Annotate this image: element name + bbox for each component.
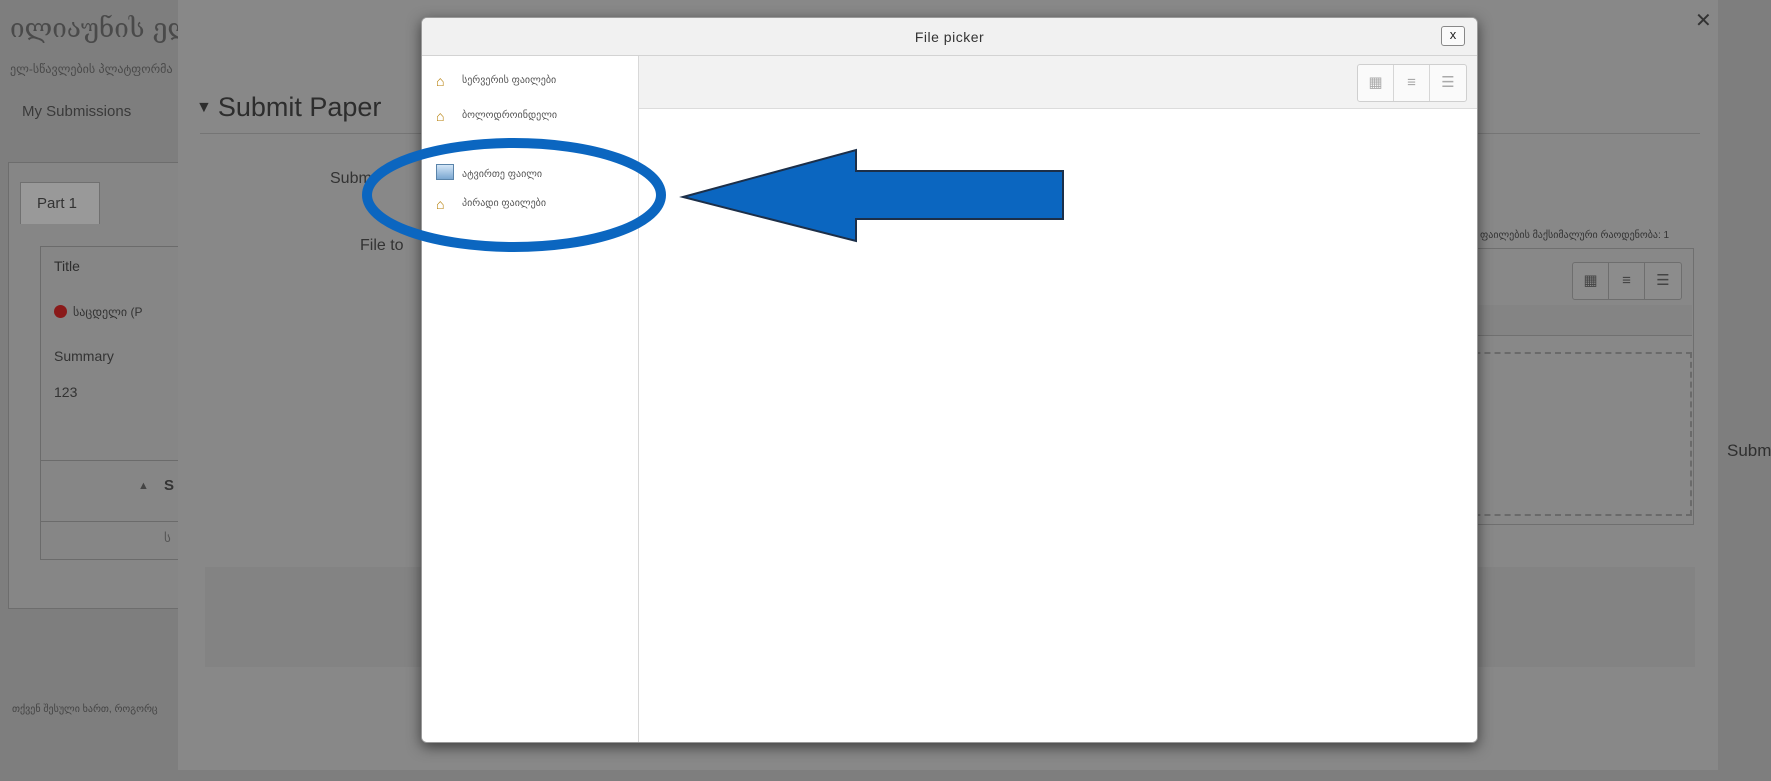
file-picker-modal: File picker x ⌂ სერვერის ფაილები ⌂ ბოლოდრო…	[421, 17, 1478, 743]
table-header-title: Title	[54, 258, 80, 274]
tree-view-icon[interactable]: ☰	[1645, 263, 1681, 299]
site-subheading: ელ-სწავლების პლატფორმა	[10, 62, 173, 76]
home-icon: ⌂	[436, 73, 445, 89]
table-row[interactable]: საცდელი (P	[54, 305, 142, 319]
repository-label: ბოლოდროინდელი	[462, 110, 558, 121]
submit-button[interactable]: Subm	[1727, 441, 1771, 461]
file-to-submit-label: File to	[360, 237, 404, 254]
sort-up-icon[interactable]: ▲	[138, 480, 149, 492]
list-view-icon[interactable]: ≡	[1609, 263, 1645, 299]
site-heading: ილიაუნის ელ	[10, 14, 196, 44]
tab-part-1[interactable]: Part 1	[20, 182, 100, 224]
assignment-title: საცდელი (P	[73, 305, 143, 319]
icons-view-icon[interactable]: ▦	[1358, 65, 1394, 101]
list-view-icon[interactable]: ≡	[1394, 65, 1430, 101]
file-picker-title: File picker	[914, 29, 985, 45]
table-sort-row	[40, 460, 182, 522]
view-switch: ▦ ≡ ☰	[1357, 64, 1467, 102]
file-picker-content	[639, 109, 1477, 742]
repository-server-files[interactable]: ⌂ სერვერის ფაილები	[436, 73, 556, 97]
icons-view-icon[interactable]: ▦	[1573, 263, 1609, 299]
sort-column-label[interactable]: S	[164, 477, 174, 494]
summary-label: Summary	[54, 348, 114, 364]
summary-value: 123	[54, 384, 78, 400]
home-icon: ⌂	[436, 196, 445, 212]
dialog-title[interactable]: ▼ Submit Paper	[196, 92, 381, 123]
submission-label: Subm	[330, 170, 372, 187]
max-files-text: ფაილების მაქსიმალური რაოდენობა: 1	[1480, 230, 1670, 241]
dialog-title-text: Submit Paper	[217, 92, 382, 122]
repository-upload-file[interactable]: ატვირთე ფაილი	[436, 164, 542, 188]
repository-private-files[interactable]: ⌂ პირადი ფაილები	[436, 196, 546, 220]
close-button[interactable]: x	[1441, 26, 1465, 46]
repository-label: სერვერის ფაილები	[462, 75, 557, 86]
file-manager-view-switch: ▦ ≡ ☰	[1572, 262, 1682, 300]
table-cell-text: ს	[164, 530, 171, 545]
file-picker-header: File picker x	[422, 18, 1477, 56]
file-picker-toolbar: ▦ ≡ ☰	[639, 56, 1477, 109]
repository-recent-files[interactable]: ⌂ ბოლოდროინდელი	[436, 108, 557, 132]
close-icon[interactable]: ✕	[1695, 8, 1712, 33]
chevron-down-icon: ▼	[196, 99, 212, 116]
my-submissions-link[interactable]: My Submissions	[22, 103, 131, 120]
repository-list: ⌂ სერვერის ფაილები ⌂ ბოლოდროინდელი ატვირთე…	[422, 56, 639, 742]
repository-label: პირადი ფაილები	[462, 198, 547, 209]
error-icon	[54, 305, 67, 318]
tree-view-icon[interactable]: ☰	[1430, 65, 1466, 101]
repository-label: ატვირთე ფაილი	[462, 169, 543, 180]
footer-login-info: თქვენ შესული ხართ, როგორც	[12, 704, 158, 715]
home-icon: ⌂	[436, 108, 445, 124]
upload-icon	[436, 164, 454, 180]
